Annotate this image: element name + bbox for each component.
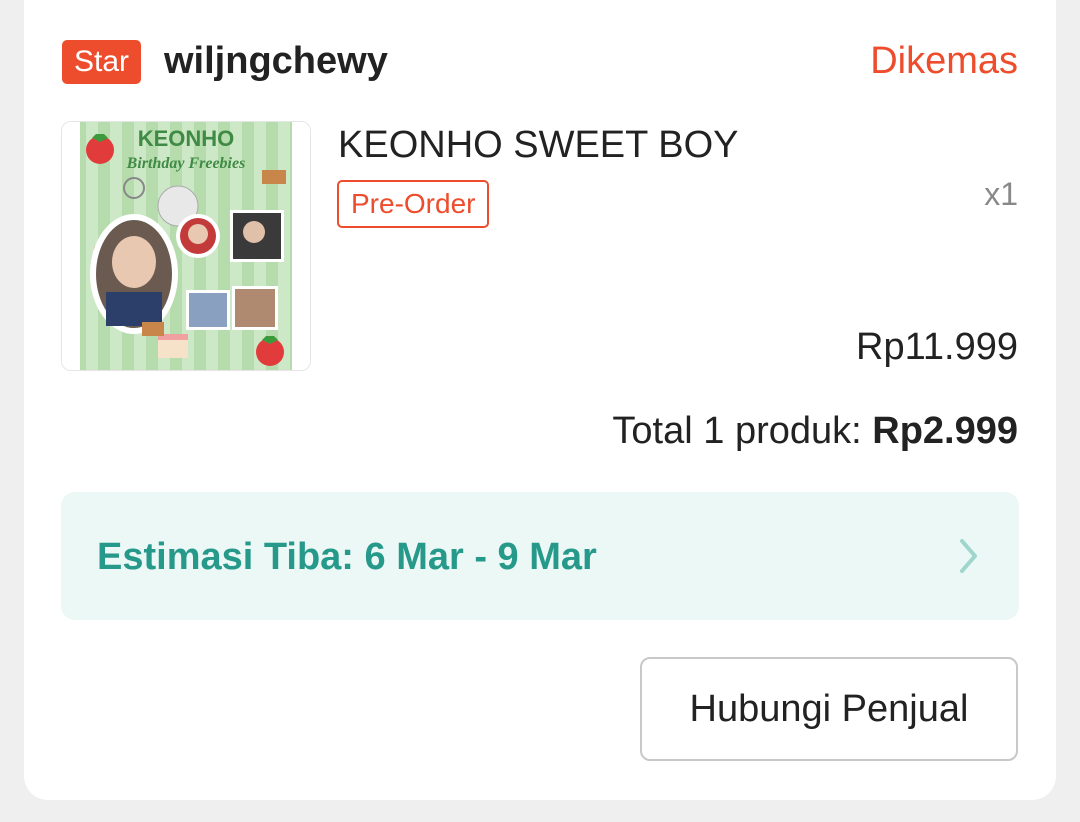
delivery-estimate-row[interactable]: Estimasi Tiba: 6 Mar - 9 Mar xyxy=(61,492,1019,620)
chevron-right-icon xyxy=(960,539,977,573)
product-image-graphic: KEONHO Birthday Freebies xyxy=(62,122,310,370)
shop-badge: Star xyxy=(62,40,142,84)
total-label: Total 1 produk: xyxy=(612,410,873,452)
contact-seller-button[interactable]: Hubungi Penjual xyxy=(640,657,1018,761)
order-card[interactable]: Star wiljngchewy Dikemas KEONHO Birthday… xyxy=(24,0,1056,800)
image-subtitle: Birthday Freebies xyxy=(126,155,246,172)
order-header: Star wiljngchewy Dikemas xyxy=(62,38,1018,86)
product-quantity: x1 xyxy=(984,176,1018,212)
total-amount: Rp2.999 xyxy=(872,410,1018,452)
preorder-tag: Pre-Order xyxy=(337,180,490,228)
image-title: KEONHO xyxy=(138,126,235,151)
shop-name[interactable]: wiljngchewy xyxy=(164,38,388,84)
delivery-estimate-text: Estimasi Tiba: 6 Mar - 9 Mar xyxy=(97,536,597,578)
product-image[interactable]: KEONHO Birthday Freebies xyxy=(61,121,311,371)
product-name[interactable]: KEONHO SWEET BOY xyxy=(338,122,738,168)
product-price: Rp11.999 xyxy=(856,326,1018,368)
order-status: Dikemas xyxy=(870,40,1018,82)
order-total: Total 1 produk: Rp2.999 xyxy=(612,408,1018,454)
